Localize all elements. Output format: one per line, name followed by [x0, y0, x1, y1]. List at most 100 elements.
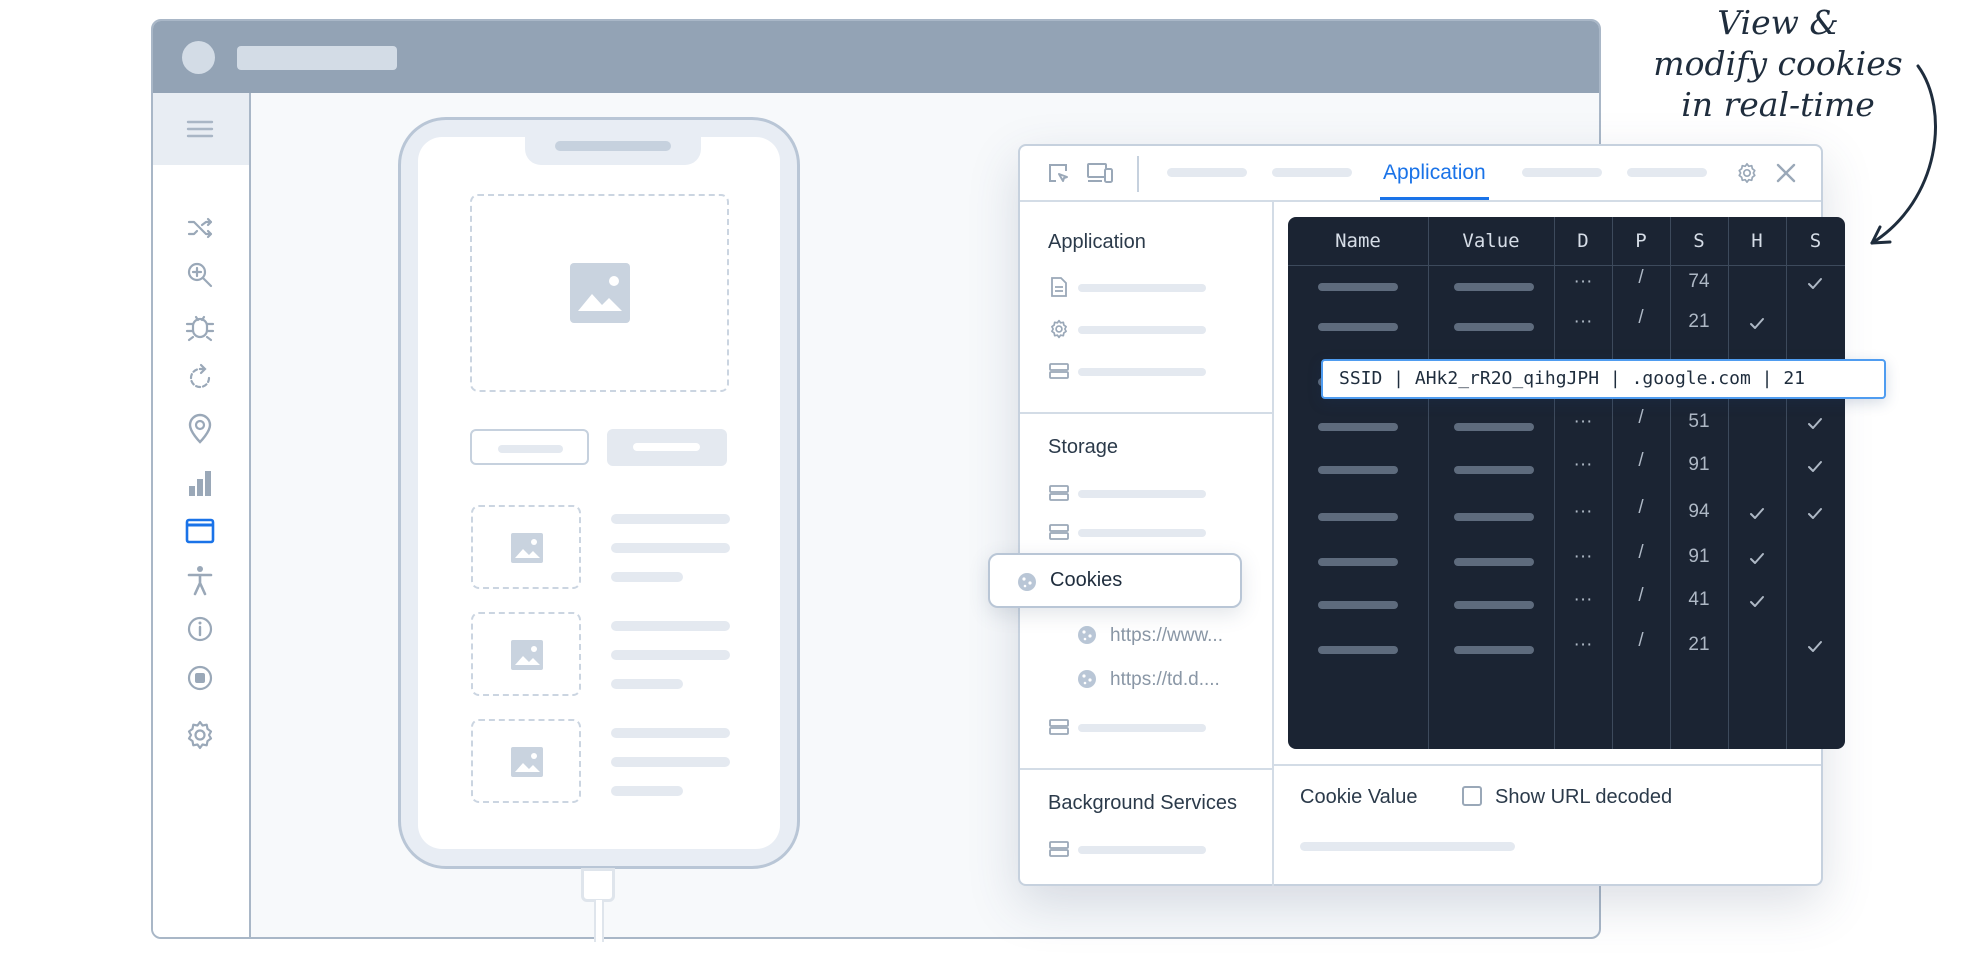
- show-url-decoded-label[interactable]: Show URL decoded: [1495, 786, 1672, 809]
- cookie-name-cell[interactable]: [1318, 323, 1398, 331]
- cookie-value-cell[interactable]: [1454, 323, 1534, 331]
- stop-record-icon[interactable]: [183, 661, 217, 695]
- col-header-path[interactable]: P: [1612, 217, 1670, 265]
- cookie-size-cell[interactable]: 21: [1670, 311, 1728, 333]
- cookie-size-cell[interactable]: 94: [1670, 501, 1728, 523]
- filled-button-placeholder[interactable]: [607, 429, 727, 466]
- cookie-url-2[interactable]: https://td.d....: [1110, 669, 1220, 691]
- cookie-value-cell[interactable]: [1454, 423, 1534, 431]
- cookie-value-cell[interactable]: [1454, 513, 1534, 521]
- col-header-httponly[interactable]: H: [1728, 217, 1786, 265]
- window-dot[interactable]: [182, 41, 215, 74]
- phone-screen: [418, 135, 780, 849]
- cookie-icon: [1018, 573, 1036, 591]
- cookie-name-cell[interactable]: [1318, 283, 1398, 291]
- cookie-domain-cell[interactable]: ···: [1554, 411, 1612, 433]
- pane-divider: [1274, 764, 1821, 766]
- cookie-name-cell[interactable]: [1318, 601, 1398, 609]
- gear-icon: [1051, 319, 1067, 339]
- cookie-domain-cell[interactable]: ···: [1554, 589, 1612, 611]
- cookie-size-cell[interactable]: 21: [1670, 634, 1728, 656]
- annotation-line-1: View &: [1717, 3, 1839, 42]
- inspect-element-icon[interactable]: [1046, 161, 1070, 185]
- cookie-size-cell[interactable]: 41: [1670, 589, 1728, 611]
- close-icon[interactable]: [1774, 161, 1798, 185]
- refresh-icon[interactable]: [183, 361, 217, 395]
- address-bar-placeholder[interactable]: [237, 46, 397, 70]
- tab-placeholder[interactable]: [1627, 168, 1707, 177]
- cookie-size-cell[interactable]: 74: [1670, 271, 1728, 293]
- col-header-domain[interactable]: D: [1554, 217, 1612, 265]
- cookie-name-cell[interactable]: [1318, 423, 1398, 431]
- cookie-size-cell[interactable]: 51: [1670, 411, 1728, 433]
- secure-check-icon: [1807, 416, 1823, 430]
- cookie-domain-cell[interactable]: ···: [1554, 271, 1612, 293]
- tab-application[interactable]: Application: [1380, 146, 1489, 200]
- cookie-path-cell[interactable]: /: [1612, 407, 1670, 429]
- storage-icon: [1049, 841, 1069, 857]
- bar-chart-icon[interactable]: [183, 466, 217, 500]
- toolbar-divider: [1137, 156, 1139, 192]
- show-url-decoded-checkbox[interactable]: [1462, 786, 1482, 806]
- application-window-icon[interactable]: [183, 514, 217, 548]
- devtools-sidebar: Application Storage https://www... https…: [1020, 202, 1274, 886]
- secure-check-icon: [1807, 639, 1823, 653]
- accessibility-icon[interactable]: [183, 563, 217, 597]
- sidebar-item-cookies[interactable]: Cookies: [988, 553, 1242, 608]
- cookie-value-cell[interactable]: [1454, 283, 1534, 291]
- cookie-domain-cell[interactable]: ···: [1554, 454, 1612, 476]
- cookie-domain-cell[interactable]: ···: [1554, 311, 1612, 333]
- left-toolbar: [153, 93, 251, 937]
- shuffle-icon[interactable]: [183, 211, 217, 245]
- cookie-path-cell[interactable]: /: [1612, 585, 1670, 607]
- tab-placeholder[interactable]: [1522, 168, 1602, 177]
- cookie-path-cell[interactable]: /: [1612, 630, 1670, 652]
- col-header-secure[interactable]: S: [1786, 217, 1845, 265]
- cookie-path-cell[interactable]: /: [1612, 542, 1670, 564]
- tab-placeholder[interactable]: [1167, 168, 1247, 177]
- cookie-domain-cell[interactable]: ···: [1554, 634, 1612, 656]
- settings-gear-icon[interactable]: [183, 718, 217, 752]
- cookie-value-cell[interactable]: [1454, 646, 1534, 654]
- cookie-value-cell[interactable]: [1454, 466, 1534, 474]
- cookie-name-cell[interactable]: [1318, 646, 1398, 654]
- cookie-icon: [1078, 670, 1096, 688]
- menu-area: [153, 93, 249, 165]
- cookies-label: Cookies: [1050, 569, 1123, 591]
- phone-mockup: [398, 117, 800, 869]
- cookie-url-1[interactable]: https://www...: [1110, 625, 1223, 647]
- cookie-path-cell[interactable]: /: [1612, 450, 1670, 472]
- cookie-value-cell[interactable]: [1454, 601, 1534, 609]
- hamburger-menu-icon[interactable]: [183, 112, 217, 146]
- cookie-name-cell[interactable]: [1318, 558, 1398, 566]
- tab-placeholder[interactable]: [1272, 168, 1352, 177]
- info-icon[interactable]: [183, 612, 217, 646]
- cookie-path-cell[interactable]: /: [1612, 307, 1670, 329]
- zoom-in-icon[interactable]: [183, 258, 217, 292]
- cookie-path-cell[interactable]: /: [1612, 497, 1670, 519]
- outline-button-placeholder[interactable]: [470, 429, 589, 465]
- cookie-size-cell[interactable]: 91: [1670, 454, 1728, 476]
- section-divider: [1020, 768, 1272, 770]
- phone-notch: [525, 135, 701, 165]
- col-header-name[interactable]: Name: [1288, 217, 1428, 265]
- cookie-value-cell[interactable]: [1454, 558, 1534, 566]
- httponly-check-icon: [1749, 506, 1765, 520]
- bug-icon[interactable]: [183, 309, 217, 343]
- document-icon: [1051, 277, 1067, 297]
- cookie-path-cell[interactable]: /: [1612, 267, 1670, 289]
- cookie-name-cell[interactable]: [1318, 466, 1398, 474]
- cookie-size-cell[interactable]: 91: [1670, 546, 1728, 568]
- cookie-name-cell[interactable]: [1318, 513, 1398, 521]
- secure-check-icon: [1807, 276, 1823, 290]
- cookie-domain-cell[interactable]: ···: [1554, 501, 1612, 523]
- devtools-settings-icon[interactable]: [1735, 161, 1759, 185]
- location-pin-icon[interactable]: [183, 411, 217, 445]
- device-toggle-icon[interactable]: [1086, 161, 1114, 185]
- secure-check-icon: [1807, 506, 1823, 520]
- list-thumb-1: [471, 505, 581, 589]
- list-thumb-3: [471, 719, 581, 803]
- cookie-domain-cell[interactable]: ···: [1554, 546, 1612, 568]
- col-header-value[interactable]: Value: [1428, 217, 1554, 265]
- col-header-size[interactable]: S: [1670, 217, 1728, 265]
